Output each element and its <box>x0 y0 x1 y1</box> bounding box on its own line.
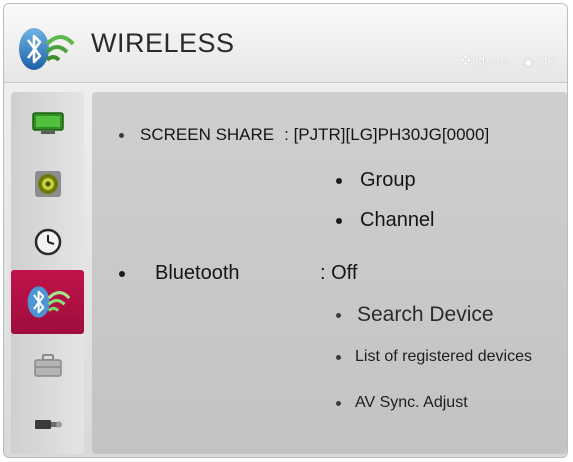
move-icon: ✥ <box>460 54 471 69</box>
av-sync-row[interactable]: AV Sync. Adjust <box>336 394 468 412</box>
bullet-icon <box>336 217 342 224</box>
bullet-icon <box>119 132 124 138</box>
av-sync-label: AV Sync. Adjust <box>355 394 468 411</box>
ok-hint: ◉ OK <box>523 54 555 69</box>
bluetooth-label: Bluetooth <box>155 262 240 284</box>
search-device-row[interactable]: Search Device <box>336 303 494 327</box>
sidebar-item-option[interactable] <box>11 336 84 396</box>
wireless-settings-panel: SCREEN SHARE : [PJTR][LG]PH30JG[0000] Gr… <box>92 92 567 454</box>
navigation-hints: ✥ Move ◉ OK <box>460 54 555 69</box>
wireless-bluetooth-icon <box>27 286 70 318</box>
page-title: WIRELESS <box>91 28 235 58</box>
group-row[interactable]: Group <box>336 169 416 192</box>
sidebar-item-picture[interactable] <box>11 94 84 154</box>
screen-share-row[interactable]: SCREEN SHARE : [PJTR][LG]PH30JG[0000] <box>119 125 489 145</box>
registered-devices-row[interactable]: List of registered devices <box>336 348 532 366</box>
channel-row[interactable]: Channel <box>336 209 435 232</box>
move-hint-label: Move <box>475 54 508 69</box>
input-connector-icon <box>34 420 62 429</box>
bullet-icon <box>336 177 342 184</box>
header-bar: WIRELESS ✥ Move ◉ OK <box>4 4 567 83</box>
wireless-icon <box>19 28 75 70</box>
ok-icon: ◉ <box>523 54 534 69</box>
toolbox-icon <box>33 354 62 377</box>
bullet-icon <box>336 400 341 406</box>
bluetooth-value: : Off <box>320 262 358 284</box>
clock-icon <box>34 228 61 256</box>
settings-window: WIRELESS ✥ Move ◉ OK SCREEN SHARE: [PJT… <box>3 3 568 458</box>
sidebar-item-sound[interactable] <box>11 154 84 214</box>
speaker-icon <box>34 171 61 197</box>
bullet-icon <box>336 354 341 360</box>
search-device-label: Search Device <box>357 303 494 326</box>
bullet-icon <box>336 312 341 318</box>
screen-share-label: SCREEN SHARE <box>140 125 275 144</box>
sidebar-item-input[interactable] <box>11 394 84 454</box>
category-sidebar <box>11 92 84 454</box>
sidebar-item-time[interactable] <box>11 212 84 272</box>
ok-hint-label: OK <box>537 54 555 69</box>
sidebar-item-wireless[interactable] <box>11 270 84 334</box>
bullet-icon <box>119 270 125 277</box>
move-hint: ✥ Move <box>460 54 507 69</box>
group-label: Group <box>360 169 416 191</box>
screen-share-value: : [PJTR][LG]PH30JG[0000] <box>284 125 490 144</box>
monitor-icon <box>31 112 64 134</box>
bluetooth-row[interactable]: Bluetooth : Off <box>119 262 357 285</box>
channel-label: Channel <box>360 209 435 231</box>
registered-devices-label: List of registered devices <box>355 348 532 365</box>
